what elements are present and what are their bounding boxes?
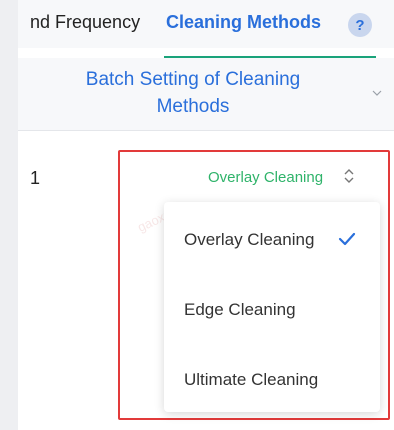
batch-setting-label[interactable]: Batch Setting of Cleaning Methods	[58, 66, 328, 120]
cleaning-method-dropdown: Overlay Cleaning Edge Cleaning Ultimate …	[164, 202, 380, 412]
option-overlay-cleaning[interactable]: Overlay Cleaning	[184, 230, 314, 250]
question-icon[interactable]: ?	[348, 13, 372, 37]
left-gutter	[0, 0, 18, 430]
column-header-frequency: nd Frequency	[30, 12, 141, 32]
cleaning-method-select[interactable]: Overlay Cleaning	[208, 169, 323, 186]
chevron-down-icon[interactable]	[372, 88, 382, 98]
sort-arrows-icon[interactable]	[342, 166, 356, 186]
check-icon	[338, 232, 356, 246]
column-header-cleaning-methods[interactable]: Cleaning Methods	[166, 12, 321, 33]
row-index: 1	[30, 168, 41, 188]
option-ultimate-cleaning[interactable]: Ultimate Cleaning	[184, 370, 318, 390]
batch-setting-row[interactable]: Batch Setting of Cleaning Methods	[18, 58, 394, 131]
option-edge-cleaning[interactable]: Edge Cleaning	[184, 300, 296, 320]
